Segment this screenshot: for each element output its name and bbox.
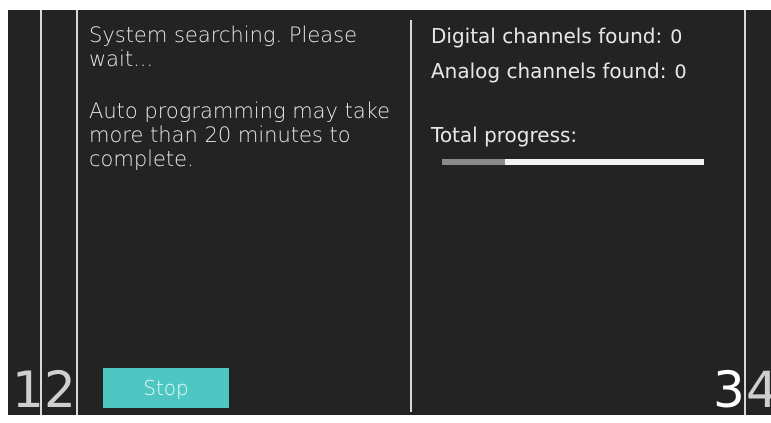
duration-message: Auto programming may take more than 20 m… <box>89 99 391 171</box>
digital-channels-count: 0 <box>670 26 683 48</box>
digital-channels-label: Digital channels found: <box>431 24 663 48</box>
progress-label: Total progress: <box>431 123 578 147</box>
analog-channels-label: Analog channels found: <box>431 59 667 83</box>
tv-screen: System searching. Please wait... Auto pr… <box>8 10 771 415</box>
divider-line <box>76 10 78 415</box>
divider-line <box>40 10 42 415</box>
stop-button[interactable]: Stop <box>103 368 229 408</box>
column-divider <box>410 20 412 412</box>
progress-fill <box>442 159 505 165</box>
progress-bar <box>442 159 704 165</box>
digital-channels-row: Digital channels found: 0 <box>431 24 682 49</box>
divider-line <box>744 10 746 415</box>
searching-message: System searching. Please wait... <box>89 23 357 71</box>
callout-number-3: 3 <box>713 361 745 415</box>
callout-number-1: 1 <box>12 361 44 415</box>
callout-number-4: 4 <box>746 361 771 415</box>
analog-channels-row: Analog channels found: 0 <box>431 59 687 84</box>
analog-channels-count: 0 <box>674 61 687 83</box>
callout-number-2: 2 <box>44 361 76 415</box>
